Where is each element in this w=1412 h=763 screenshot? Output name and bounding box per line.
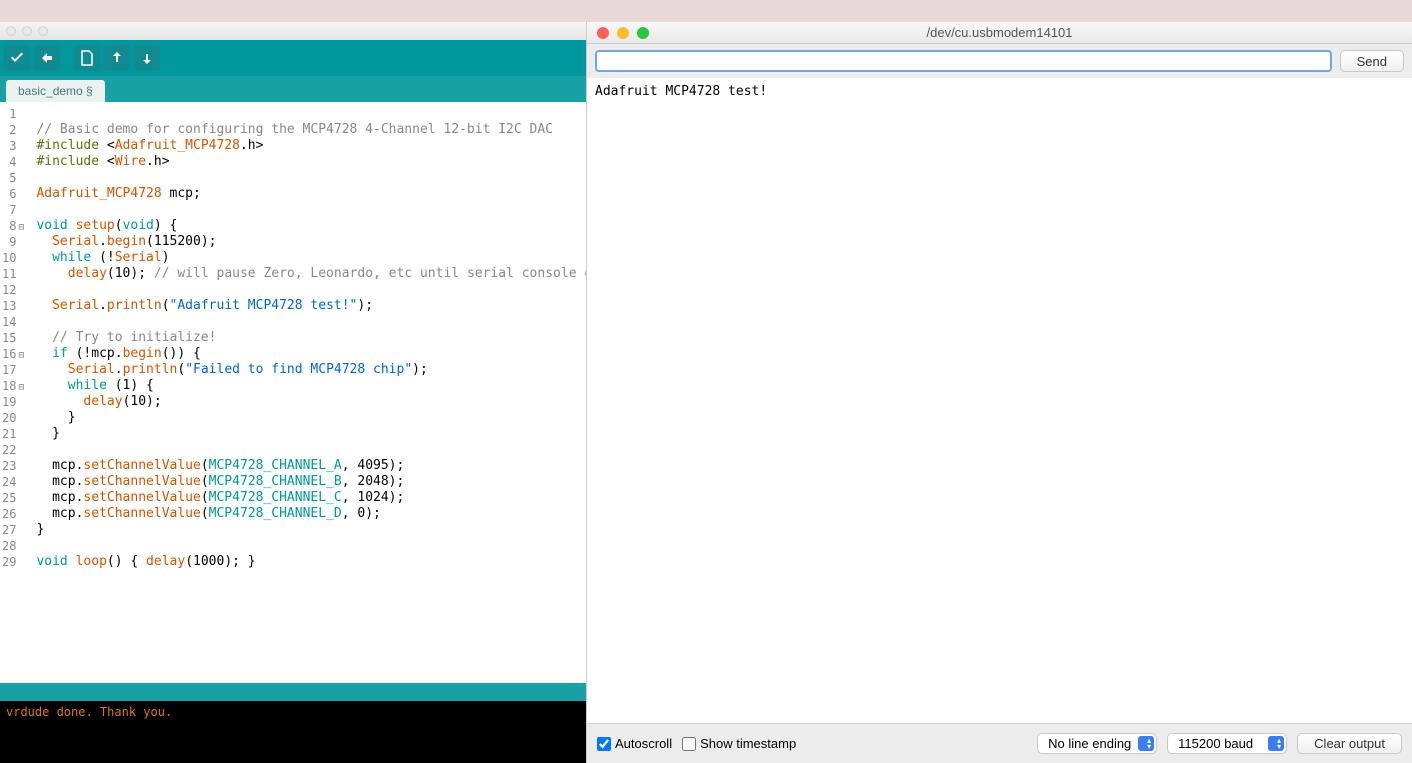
serial-output-line: Adafruit MCP4728 test! (595, 84, 767, 99)
serial-titlebar: /dev/cu.usbmodem14101 (587, 22, 1412, 44)
line-number: 2 (2, 122, 26, 138)
code-line[interactable] (36, 202, 586, 218)
line-number: 10 (2, 250, 26, 266)
line-number: 8⊟ (2, 218, 26, 234)
line-number: 14 (2, 314, 26, 330)
baud-value: 115200 baud (1178, 736, 1253, 751)
line-number: 9 (2, 234, 26, 250)
line-number: 26 (2, 506, 26, 522)
sketch-tab[interactable]: basic_demo § (6, 80, 105, 102)
code-line[interactable]: void loop() { delay(1000); } (36, 554, 586, 570)
line-number: 5 (2, 170, 26, 186)
code-line[interactable]: Serial.println("Adafruit MCP4728 test!")… (36, 298, 586, 314)
line-number: 20 (2, 410, 26, 426)
line-number: 25 (2, 490, 26, 506)
code-line[interactable]: #include <Wire.h> (36, 154, 586, 170)
window-zoom-dot[interactable] (38, 26, 48, 36)
code-line[interactable]: Adafruit_MCP4728 mcp; (36, 186, 586, 202)
line-number: 13 (2, 298, 26, 314)
code-line[interactable]: mcp.setChannelValue(MCP4728_CHANNEL_C, 1… (36, 490, 586, 506)
window-minimize-dot[interactable] (22, 26, 32, 36)
line-number: 19 (2, 394, 26, 410)
code-line[interactable]: mcp.setChannelValue(MCP4728_CHANNEL_B, 2… (36, 474, 586, 490)
line-number: 7 (2, 202, 26, 218)
code-line[interactable]: } (36, 426, 586, 442)
send-button[interactable]: Send (1340, 50, 1404, 72)
baud-select[interactable]: 115200 baud ▴▾ (1167, 733, 1287, 754)
line-number: 17 (2, 362, 26, 378)
clear-output-button[interactable]: Clear output (1297, 733, 1402, 754)
code-line[interactable]: // Try to initialize! (36, 330, 586, 346)
upload-button[interactable] (34, 45, 60, 71)
code-line[interactable]: delay(10); // will pause Zero, Leonardo,… (36, 266, 586, 282)
line-number-gutter: 12345678⊟910111213141516⊟1718⊟1920212223… (0, 102, 30, 683)
timestamp-checkbox[interactable]: Show timestamp (682, 736, 796, 751)
line-number: 6 (2, 186, 26, 202)
autoscroll-checkbox[interactable]: Autoscroll (597, 736, 672, 751)
code-line[interactable] (36, 314, 586, 330)
code-line[interactable]: Serial.println("Failed to find MCP4728 c… (36, 362, 586, 378)
code-line[interactable]: while (!Serial) (36, 250, 586, 266)
line-number: 4 (2, 154, 26, 170)
serial-send-row: Send (587, 44, 1412, 78)
sketch-tab-bar: basic_demo § (0, 76, 586, 102)
line-number: 1 (2, 106, 26, 122)
code-line[interactable]: mcp.setChannelValue(MCP4728_CHANNEL_A, 4… (36, 458, 586, 474)
code-line[interactable]: delay(10); (36, 394, 586, 410)
code-line[interactable]: Serial.begin(115200); (36, 234, 586, 250)
code-line[interactable] (36, 538, 586, 554)
code-area[interactable]: // Basic demo for configuring the MCP472… (30, 102, 586, 683)
autoscroll-label: Autoscroll (615, 736, 672, 751)
line-number: 23 (2, 458, 26, 474)
serial-window-title: /dev/cu.usbmodem14101 (587, 25, 1412, 40)
line-number: 18⊟ (2, 378, 26, 394)
console-text: vrdude done. Thank you. (6, 705, 172, 719)
line-number: 11 (2, 266, 26, 282)
timestamp-input[interactable] (682, 737, 696, 751)
save-button[interactable] (134, 45, 160, 71)
code-line[interactable]: void setup(void) { (36, 218, 586, 234)
line-number: 21 (2, 426, 26, 442)
line-number: 27 (2, 522, 26, 538)
arduino-status-bar (0, 683, 586, 701)
line-number: 28 (2, 538, 26, 554)
line-number: 29 (2, 554, 26, 570)
code-line[interactable]: if (!mcp.begin()) { (36, 346, 586, 362)
code-line[interactable] (36, 106, 586, 122)
code-line[interactable] (36, 170, 586, 186)
serial-monitor-window: /dev/cu.usbmodem14101 Send Adafruit MCP4… (586, 22, 1412, 763)
code-line[interactable]: while (1) { (36, 378, 586, 394)
autoscroll-input[interactable] (597, 737, 611, 751)
arduino-console: vrdude done. Thank you. (0, 701, 586, 763)
code-line[interactable]: } (36, 410, 586, 426)
line-number: 24 (2, 474, 26, 490)
code-line[interactable]: mcp.setChannelValue(MCP4728_CHANNEL_D, 0… (36, 506, 586, 522)
serial-output[interactable]: Adafruit MCP4728 test! (587, 78, 1412, 723)
verify-button[interactable] (4, 45, 30, 71)
arduino-toolbar (0, 40, 586, 76)
new-button[interactable] (74, 45, 100, 71)
code-line[interactable]: #include <Adafruit_MCP4728.h> (36, 138, 586, 154)
line-number: 16⊟ (2, 346, 26, 362)
serial-bottom-bar: Autoscroll Show timestamp No line ending… (587, 723, 1412, 763)
arduino-ide-window: basic_demo § 12345678⊟910111213141516⊟17… (0, 22, 586, 763)
timestamp-label: Show timestamp (700, 736, 796, 751)
line-ending-value: No line ending (1048, 736, 1131, 751)
line-number: 12 (2, 282, 26, 298)
window-close-dot[interactable] (6, 26, 16, 36)
serial-input[interactable] (595, 50, 1332, 72)
line-number: 3 (2, 138, 26, 154)
arduino-titlebar (0, 22, 586, 40)
line-number: 15 (2, 330, 26, 346)
code-editor[interactable]: 12345678⊟910111213141516⊟1718⊟1920212223… (0, 102, 586, 683)
line-ending-select[interactable]: No line ending ▴▾ (1037, 733, 1157, 754)
code-line[interactable]: // Basic demo for configuring the MCP472… (36, 122, 586, 138)
code-line[interactable] (36, 282, 586, 298)
line-number: 22 (2, 442, 26, 458)
code-line[interactable] (36, 442, 586, 458)
open-button[interactable] (104, 45, 130, 71)
code-line[interactable]: } (36, 522, 586, 538)
